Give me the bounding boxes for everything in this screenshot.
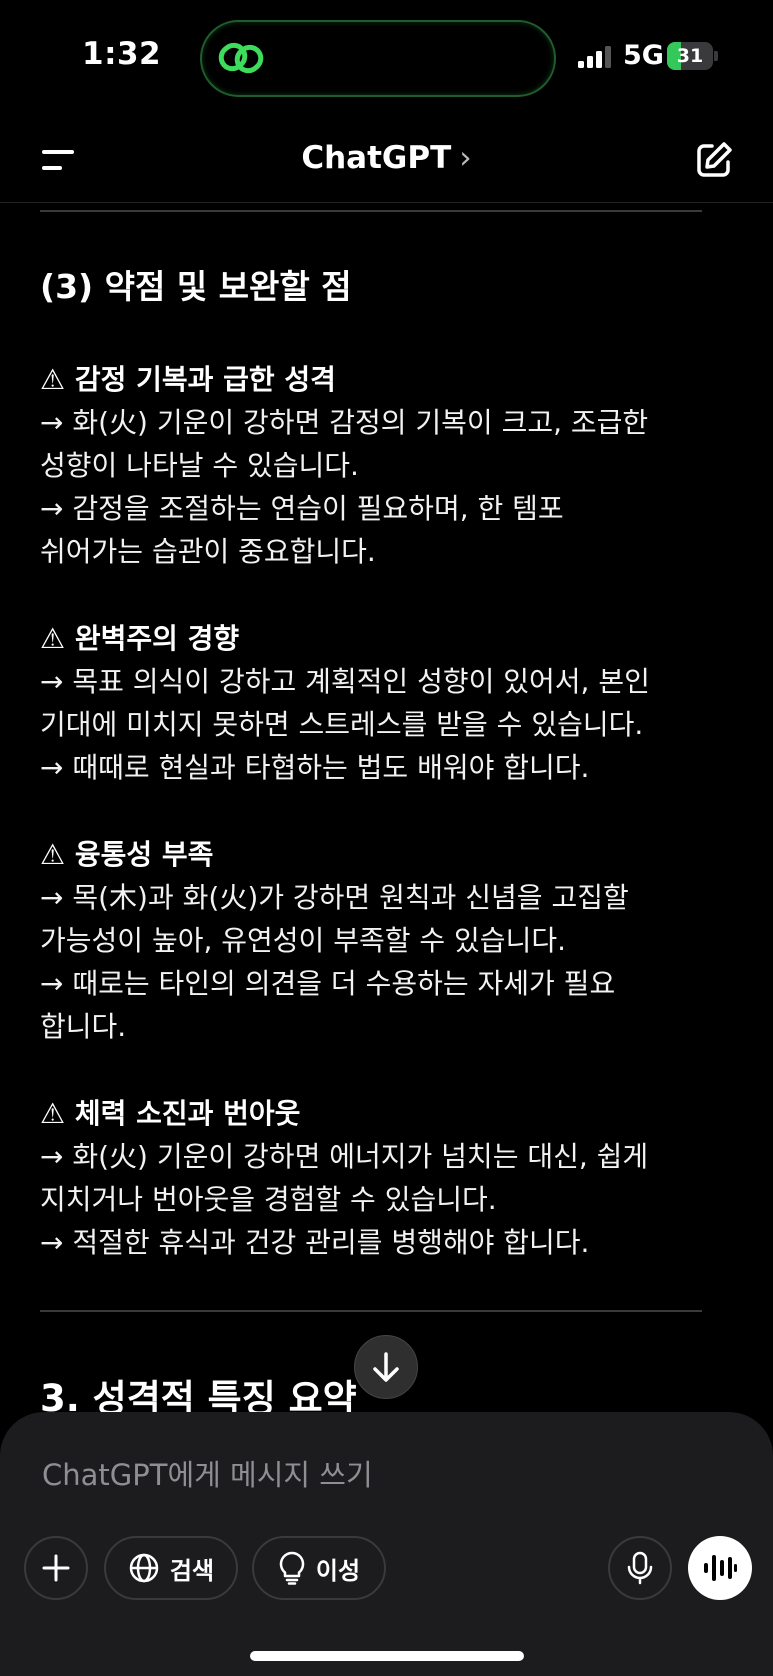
battery-icon: 31 <box>667 42 719 70</box>
item-line: → 화(火) 기운이 강하면 에너지가 넘치는 대신, 쉽게 <box>40 1140 649 1173</box>
voice-wave-icon <box>704 1555 737 1581</box>
item-title: ⚠ 체력 소진과 번아웃 <box>40 1097 301 1130</box>
home-indicator[interactable] <box>250 1651 524 1661</box>
item-line: → 때때로 현실과 타협하는 법도 배워야 합니다. <box>40 751 590 784</box>
item-title: ⚠ 완벽주의 경향 <box>40 622 240 655</box>
add-attachment-button[interactable] <box>24 1536 88 1600</box>
chevron-right-icon: › <box>459 140 472 176</box>
item-line: → 적절한 휴식과 건강 관리를 병행해야 합니다. <box>40 1226 590 1259</box>
item-line: 가능성이 높아, 유연성이 부족할 수 있습니다. <box>40 924 566 957</box>
message-content: (3) 약점 및 보완할 점 ⚠ 감정 기복과 급한 성격 → 화(火) 기운이… <box>40 260 740 1308</box>
message-input[interactable]: ChatGPT에게 메시지 쓰기 <box>42 1452 373 1494</box>
link-app-icon <box>218 42 264 74</box>
list-item: ⚠ 감정 기복과 급한 성격 → 화(火) 기운이 강하면 감정의 기복이 크고… <box>40 358 740 573</box>
search-label: 검색 <box>169 1556 215 1585</box>
voice-mode-button[interactable] <box>688 1536 752 1600</box>
new-chat-icon[interactable] <box>694 140 734 180</box>
dictation-button[interactable] <box>608 1536 672 1600</box>
arrow-down-icon <box>373 1352 399 1382</box>
list-item: ⚠ 완벽주의 경향 → 목표 의식이 강하고 계획적인 성향이 있어서, 본인 … <box>40 617 740 789</box>
item-line: → 목(木)과 화(火)가 강하면 원칙과 신념을 고집할 <box>40 881 629 914</box>
section-divider-bottom <box>40 1310 702 1312</box>
item-line: → 화(火) 기운이 강하면 감정의 기복이 크고, 조급한 <box>40 406 649 439</box>
battery-percent: 31 <box>676 45 704 67</box>
search-button[interactable]: 검색 <box>104 1536 238 1600</box>
reason-label: 이성 <box>315 1556 361 1585</box>
item-line: 성향이 나타날 수 있습니다. <box>40 449 359 482</box>
signal-icon <box>578 46 611 68</box>
model-selector[interactable]: ChatGPT › <box>0 140 773 176</box>
reason-button[interactable]: 이성 <box>252 1536 386 1600</box>
list-item: ⚠ 융통성 부족 → 목(木)과 화(火)가 강하면 원칙과 신념을 고집할 가… <box>40 833 740 1048</box>
item-title: ⚠ 융통성 부족 <box>40 838 214 871</box>
network-type: 5G <box>623 40 664 71</box>
item-line: 기대에 미치지 못하면 스트레스를 받을 수 있습니다. <box>40 708 644 741</box>
item-line: 쉬어가는 습관이 중요합니다. <box>40 535 376 568</box>
item-line: → 목표 의식이 강하고 계획적인 성향이 있어서, 본인 <box>40 665 650 698</box>
item-line: → 때로는 타인의 의견을 더 수용하는 자세가 필요 <box>40 967 616 1000</box>
item-line: → 감정을 조절하는 연습이 필요하며, 한 템포 <box>40 492 564 525</box>
mic-icon <box>627 1551 653 1585</box>
item-line: 지치거나 번아웃을 경험할 수 있습니다. <box>40 1183 497 1216</box>
app-title: ChatGPT <box>301 140 452 176</box>
nav-divider <box>0 202 773 203</box>
section-heading: (3) 약점 및 보완할 점 <box>40 267 352 306</box>
scroll-to-bottom-button[interactable] <box>354 1335 418 1399</box>
status-time: 1:32 <box>82 36 162 72</box>
globe-icon <box>129 1553 159 1583</box>
section-divider-top <box>40 210 702 212</box>
plus-icon <box>42 1554 70 1582</box>
item-line: 합니다. <box>40 1010 127 1043</box>
lightbulb-icon <box>279 1551 305 1585</box>
item-title: ⚠ 감정 기복과 급한 성격 <box>40 363 336 396</box>
list-item: ⚠ 체력 소진과 번아웃 → 화(火) 기운이 강하면 에너지가 넘치는 대신,… <box>40 1092 740 1264</box>
